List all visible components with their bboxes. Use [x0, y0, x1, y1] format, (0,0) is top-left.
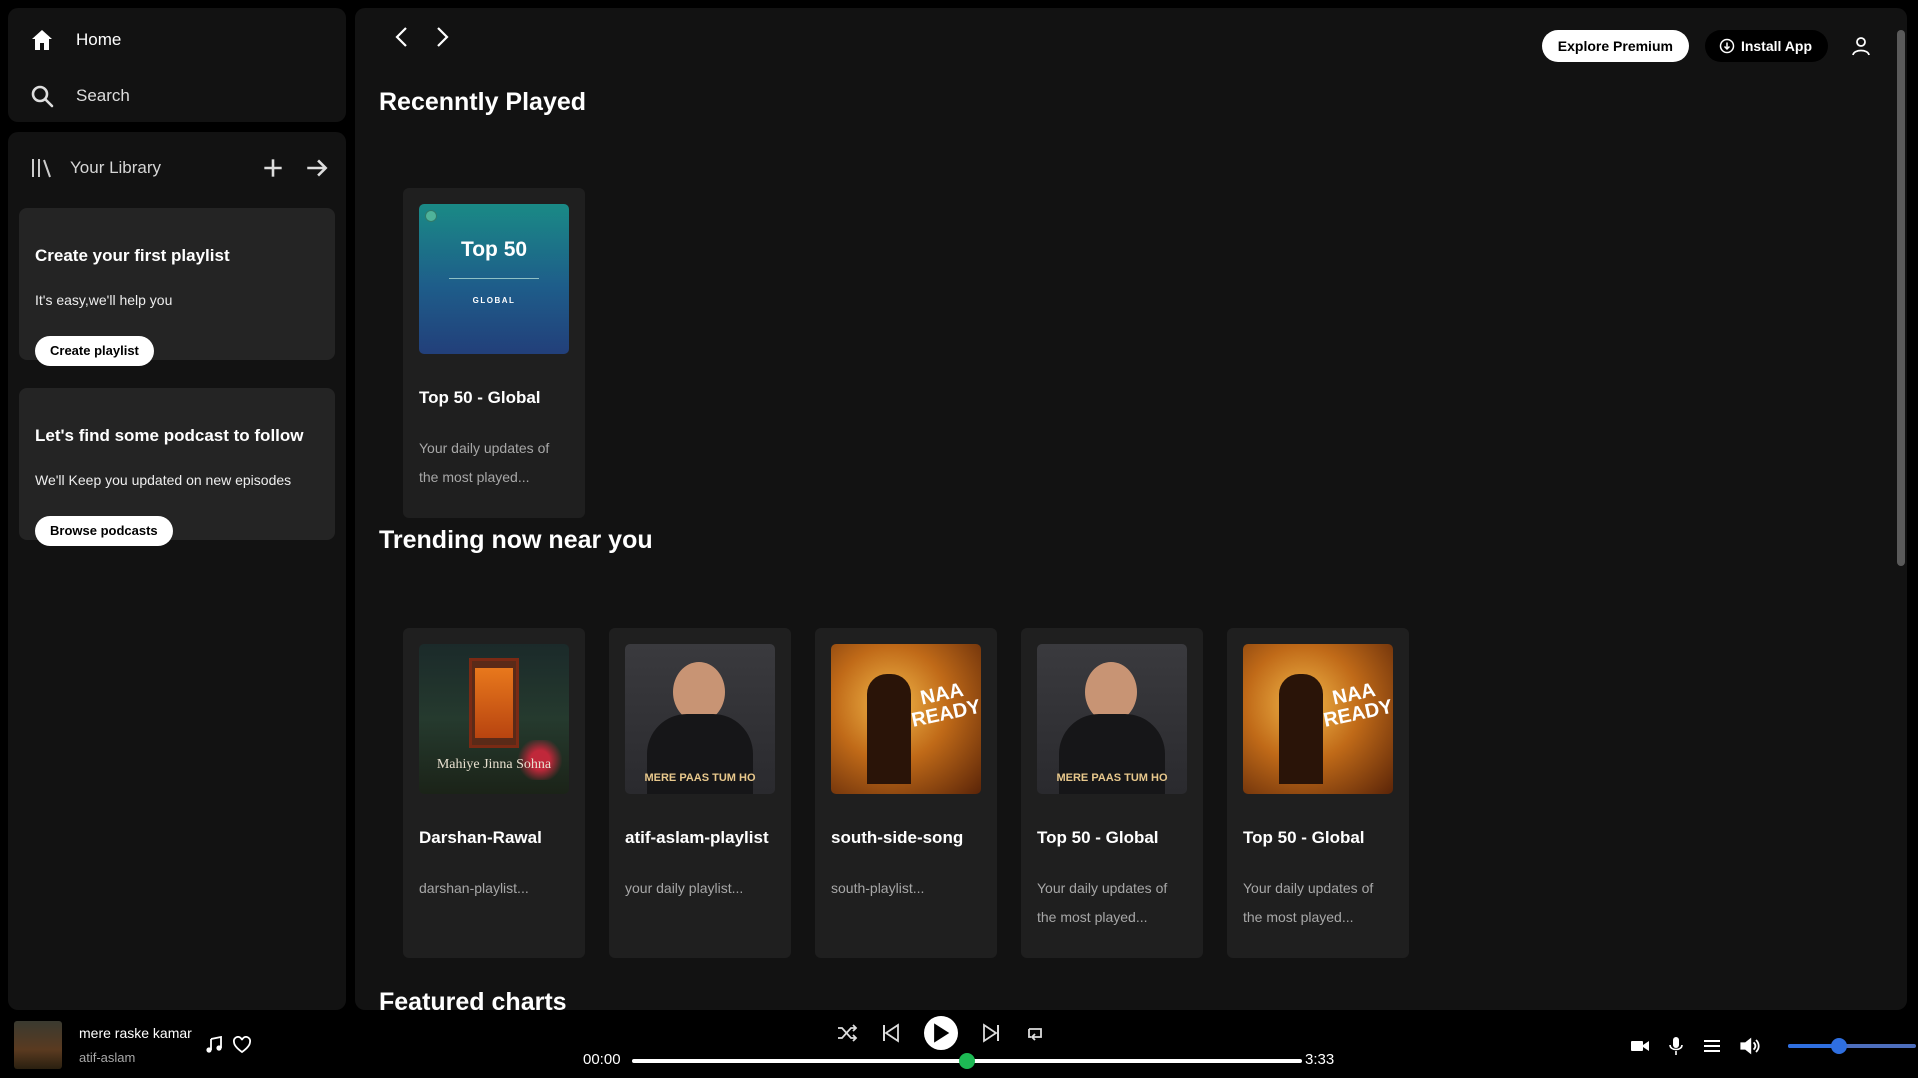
search-icon — [31, 85, 54, 108]
forward-arrow-icon[interactable] — [431, 24, 453, 50]
playlist-cover: Top 50 GLOBAL — [419, 204, 569, 354]
playback-controls — [836, 1016, 1046, 1050]
volume-slider[interactable] — [1788, 1038, 1916, 1054]
card-title: Top 50 - Global — [419, 388, 541, 407]
arrow-right-icon[interactable] — [304, 155, 330, 181]
current-time: 00:00 — [583, 1051, 621, 1068]
browse-podcasts-button[interactable]: Browse podcasts — [35, 516, 173, 546]
user-icon[interactable] — [1850, 35, 1872, 57]
playlist-card[interactable]: NAA READY Top 50 - Global Your daily upd… — [1227, 628, 1409, 958]
nav-search-label: Search — [76, 86, 130, 105]
shuffle-icon[interactable] — [836, 1022, 858, 1044]
cover-art-glow — [475, 668, 513, 738]
podcast-promo: Let's find some podcast to follow We'll … — [19, 388, 335, 546]
cover-text: NAA READY — [1321, 678, 1393, 732]
library-title-label: Your Library — [70, 158, 162, 177]
recent-section-title: Recenntly Played — [379, 88, 587, 116]
create-playlist-promo: Create your first playlist It's easy,we'… — [19, 208, 335, 366]
microphone-icon[interactable] — [1666, 1036, 1686, 1056]
repeat-icon[interactable] — [1024, 1022, 1046, 1044]
featured-section-title: Featured charts — [379, 988, 567, 1010]
spotify-logo-icon — [425, 210, 437, 222]
scrollbar-thumb[interactable] — [1897, 30, 1905, 566]
card-title: Top 50 - Global — [1037, 828, 1159, 847]
previous-icon[interactable] — [880, 1022, 902, 1044]
card-desc: Your daily updates of the most played... — [1037, 880, 1168, 925]
card-desc: darshan-playlist... — [419, 880, 529, 896]
volume-knob[interactable] — [1831, 1038, 1848, 1054]
playlist-cover: Mahiye Jinna Sohna — [419, 644, 569, 794]
library-icon — [32, 159, 51, 178]
progress-bar[interactable] — [632, 1053, 1302, 1069]
cover-text: MERE PAAS TUM HO — [1056, 772, 1168, 784]
promo-subtitle: It's easy,we'll help you — [35, 292, 173, 308]
playlist-card[interactable]: MERE PAAS TUM HO Top 50 - Global Your da… — [1021, 628, 1203, 958]
nav-home-label: Home — [76, 30, 122, 49]
install-app-label: Install App — [1740, 38, 1812, 54]
explore-premium-button[interactable]: Explore Premium — [1541, 30, 1689, 62]
back-arrow-icon[interactable] — [391, 24, 413, 50]
playlist-cover: NAA READY — [831, 644, 981, 794]
card-desc: your daily playlist... — [625, 880, 744, 896]
library-title[interactable]: Your Library — [30, 156, 161, 180]
cover-subtext: GLOBAL — [472, 296, 516, 305]
card-desc: Your daily updates of the most played... — [419, 440, 550, 485]
play-button[interactable] — [924, 1016, 958, 1050]
now-playing-artist[interactable]: atif-aslam — [79, 1050, 135, 1065]
duration: 3:33 — [1305, 1051, 1335, 1068]
plus-icon[interactable] — [260, 155, 286, 181]
playlist-cover: MERE PAAS TUM HO — [625, 644, 775, 794]
scrollbar[interactable] — [1895, 18, 1907, 1008]
card-title: south-side-song — [831, 828, 964, 847]
card-desc: south-playlist... — [831, 880, 925, 896]
nav-search[interactable]: Search — [30, 84, 130, 108]
now-playing-title[interactable]: mere raske kamar — [79, 1025, 192, 1041]
install-app-button[interactable]: Install App — [1704, 30, 1828, 62]
cover-text: MERE PAAS TUM HO — [644, 772, 756, 784]
now-playing-cover[interactable] — [14, 1021, 62, 1069]
main-content: Explore Premium Install App Recenntly Pl… — [355, 8, 1907, 1010]
sidebar-nav: Home Search — [8, 8, 346, 122]
volume-icon[interactable] — [1738, 1034, 1762, 1058]
cover-text: Mahiye Jinna Sohna — [436, 757, 552, 772]
cover-text: Top 50 — [460, 238, 528, 261]
cover-art-figure — [867, 674, 911, 784]
promo-subtitle: We'll Keep you updated on new episodes — [35, 472, 292, 488]
play-icon — [934, 1023, 950, 1043]
playlist-cover: MERE PAAS TUM HO — [1037, 644, 1187, 794]
promo-title: Let's find some podcast to follow — [35, 426, 304, 445]
heart-icon[interactable] — [233, 1036, 251, 1054]
library-panel: Your Library Create your first playlist … — [8, 132, 346, 1010]
library-header: Your Library — [30, 152, 330, 184]
playlist-card[interactable]: Top 50 GLOBAL Top 50 - Global Your daily… — [403, 188, 585, 518]
cover-art-figure — [1279, 674, 1323, 784]
playlist-card[interactable]: MERE PAAS TUM HO atif-aslam-playlist you… — [609, 628, 791, 958]
queue-icon[interactable] — [1702, 1036, 1722, 1056]
playlist-card[interactable]: Mahiye Jinna Sohna Darshan-Rawal darshan… — [403, 628, 585, 958]
music-note-icon[interactable] — [205, 1036, 223, 1054]
cover-divider — [449, 278, 539, 279]
playlist-cover: NAA READY — [1243, 644, 1393, 794]
next-icon[interactable] — [980, 1022, 1002, 1044]
card-title: Top 50 - Global — [1243, 828, 1365, 847]
extra-controls — [1630, 1034, 1762, 1058]
cover-text: NAA READY — [909, 678, 981, 732]
download-circle-icon — [1719, 38, 1735, 54]
promo-title: Create your first playlist — [35, 246, 230, 265]
player-bar: mere raske kamar atif-aslam 00:00 3:33 — [0, 1010, 1918, 1078]
card-title: Darshan-Rawal — [419, 828, 542, 847]
create-playlist-button[interactable]: Create playlist — [35, 336, 154, 366]
playlist-card[interactable]: NAA READY south-side-song south-playlist… — [815, 628, 997, 958]
card-title: atif-aslam-playlist — [625, 828, 769, 847]
card-desc: Your daily updates of the most played... — [1243, 880, 1374, 925]
cover-art-face — [673, 662, 725, 722]
trending-section-title: Trending now near you — [379, 526, 653, 554]
cover-art-face — [1085, 662, 1137, 722]
video-camera-icon[interactable] — [1630, 1036, 1650, 1056]
progress-knob[interactable] — [959, 1053, 975, 1069]
home-icon — [32, 30, 52, 50]
nav-home[interactable]: Home — [30, 28, 121, 52]
